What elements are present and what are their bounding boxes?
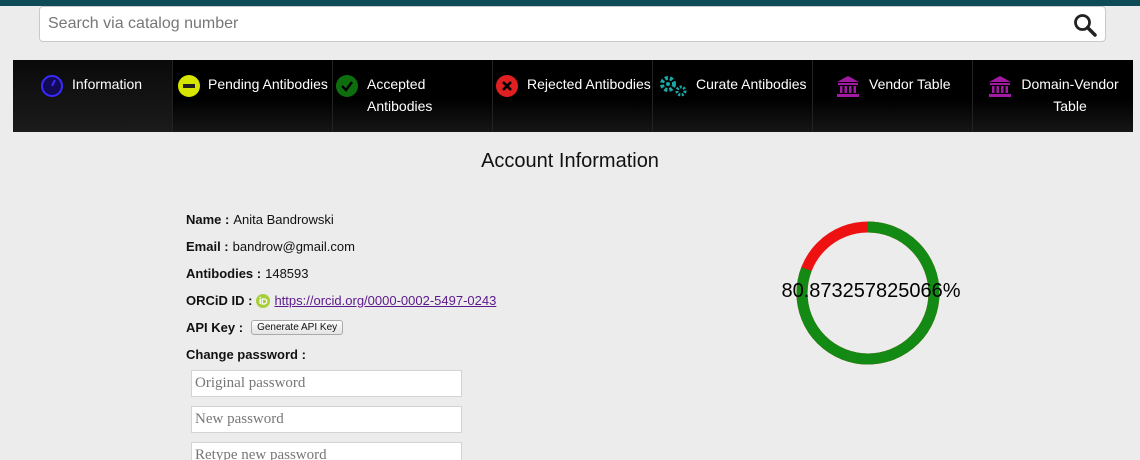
check-circle-icon	[336, 75, 358, 97]
nav-accepted-antibodies[interactable]: Accepted Antibodies	[333, 60, 493, 132]
api-key-row: API Key : Generate API Key	[186, 314, 496, 341]
orcid-row: ORCiD ID : https://orcid.org/0000-0002-5…	[186, 287, 496, 314]
orcid-icon	[256, 293, 271, 308]
minus-circle-icon	[178, 75, 200, 97]
antibodies-row: Antibodies : 148593	[186, 260, 496, 287]
change-password-row: Change password :	[186, 341, 496, 368]
bank-icon	[837, 76, 859, 97]
nav-rejected-label: Rejected Antibodies	[527, 76, 651, 92]
search-icon[interactable]	[1073, 13, 1097, 37]
original-password-field[interactable]	[191, 370, 462, 397]
nav-curate-antibodies[interactable]: Curate Antibodies	[653, 60, 813, 132]
email-row: Email : bandrow@gmail.com	[186, 233, 496, 260]
info-icon	[41, 75, 63, 97]
account-info: Name : Anita Bandrowski Email : bandrow@…	[186, 206, 496, 368]
search-bar	[39, 6, 1106, 42]
gears-icon	[660, 76, 687, 97]
email-label: Email :	[186, 238, 229, 254]
progress-percentage: 80.87325782506​6%	[781, 280, 961, 302]
name-label: Name :	[186, 211, 230, 227]
email-value: bandrow@gmail.com	[232, 238, 355, 254]
generate-api-key-button[interactable]: Generate API Key	[251, 320, 344, 335]
orcid-link[interactable]: https://orcid.org/0000-0002-5497-0243	[274, 292, 496, 310]
x-circle-icon	[496, 75, 518, 97]
name-row: Name : Anita Bandrowski	[186, 206, 496, 233]
nav-information[interactable]: Information	[13, 60, 173, 132]
search-input[interactable]	[48, 11, 1048, 37]
nav-pending-antibodies[interactable]: Pending Antibodies	[173, 60, 333, 132]
nav-pending-label: Pending Antibodies	[208, 76, 328, 92]
nav-rejected-antibodies[interactable]: Rejected Antibodies	[493, 60, 653, 132]
main-nav: Information Pending Antibodies Accepted …	[13, 60, 1133, 132]
page-title: Account Information	[481, 150, 659, 172]
name-value: Anita Bandrowski	[233, 211, 334, 227]
nav-domain-vendor-label: Domain-Vendor Table	[1021, 76, 1119, 114]
orcid-label: ORCiD ID :	[186, 292, 253, 308]
nav-domain-vendor-table[interactable]: Domain-Vendor Table	[973, 60, 1133, 132]
api-key-label: API Key :	[186, 319, 244, 335]
antibodies-label: Antibodies :	[186, 265, 262, 281]
bank-icon	[989, 76, 1011, 97]
nav-vendor-label: Vendor Table	[869, 76, 951, 92]
change-password-label: Change password :	[186, 346, 306, 362]
nav-information-label: Information	[72, 76, 143, 92]
new-password-field[interactable]	[191, 406, 462, 433]
antibodies-value: 148593	[265, 265, 309, 281]
nav-vendor-table[interactable]: Vendor Table	[813, 60, 973, 132]
nav-accepted-label: Accepted Antibodies	[367, 76, 433, 114]
nav-curate-label: Curate Antibodies	[696, 76, 807, 92]
retype-password-field[interactable]	[191, 442, 462, 460]
